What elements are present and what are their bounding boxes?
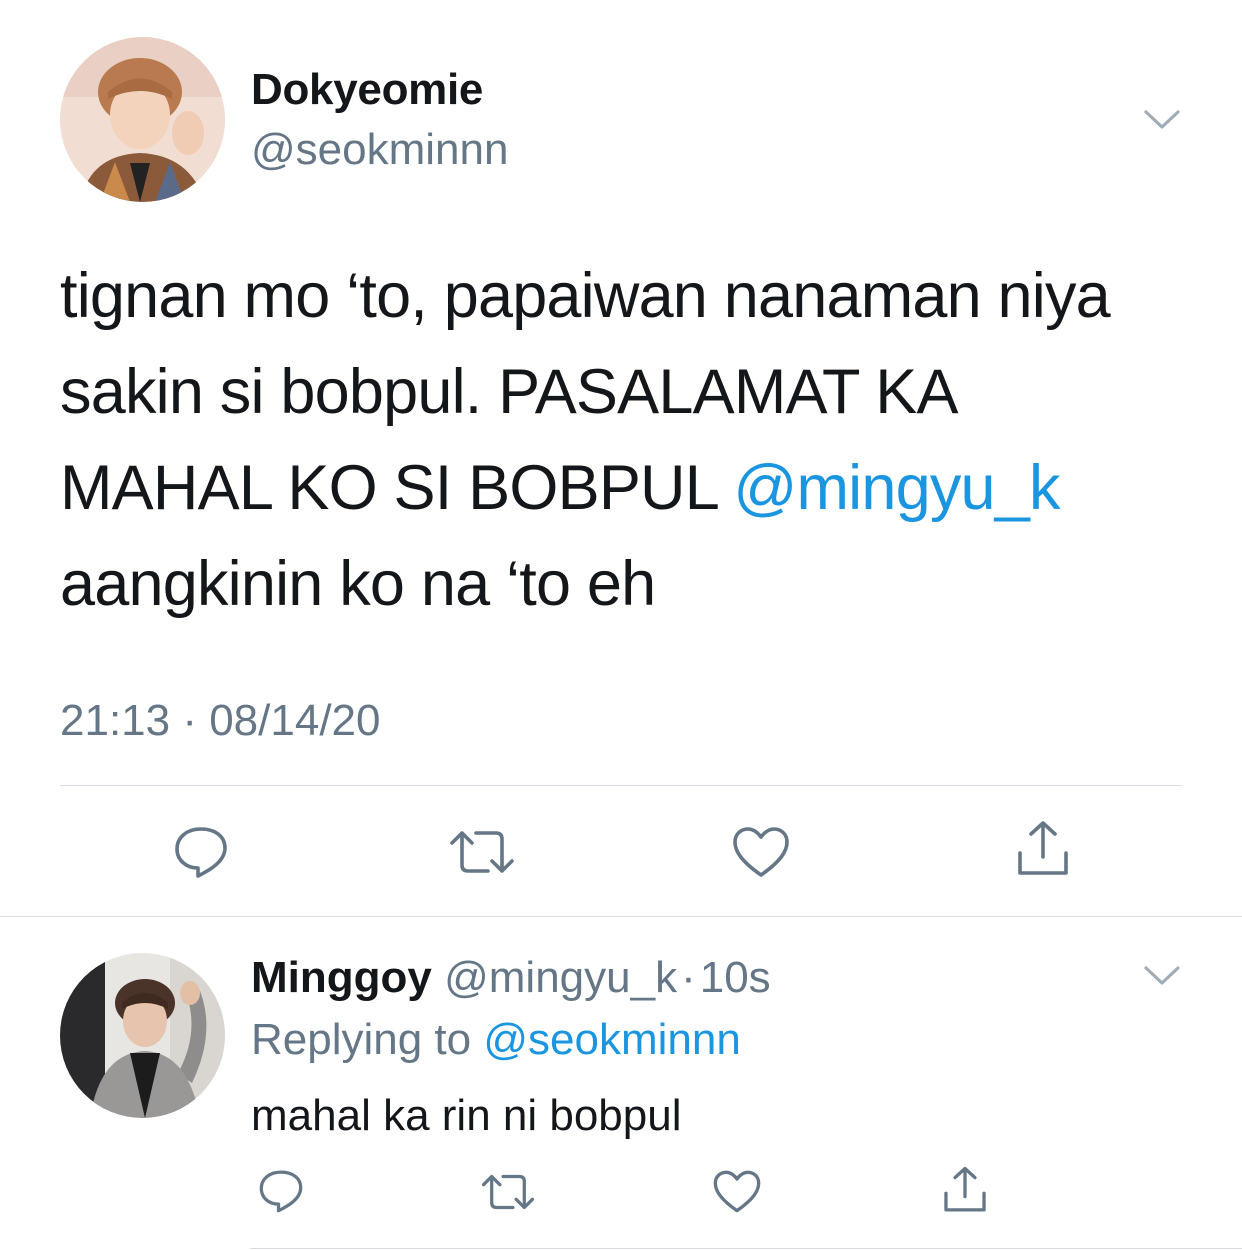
like-icon[interactable] [712, 1168, 762, 1214]
share-icon[interactable] [940, 1164, 990, 1216]
divider [60, 785, 1182, 786]
reply-handle[interactable]: @mingyu_k [444, 953, 677, 1002]
replying-to-label: Replying to [251, 1015, 484, 1064]
author-handle[interactable]: @seokminnn [251, 125, 508, 175]
share-icon[interactable] [1012, 818, 1074, 880]
replying-to-mention[interactable]: @seokminnn [483, 1015, 740, 1064]
avatar-minggoy[interactable] [60, 953, 225, 1118]
divider [250, 1248, 1242, 1249]
tweet-timestamp[interactable]: 21:13 · 08/14/20 [60, 696, 380, 746]
reply-icon[interactable] [256, 1166, 306, 1216]
like-icon[interactable] [730, 824, 792, 880]
tweet-text-line: MAHAL KO SI BOBPUL @mingyu_k [60, 440, 1210, 536]
tweet-text-segment: MAHAL KO SI BOBPUL [60, 453, 734, 523]
retweet-icon[interactable] [480, 1170, 536, 1214]
author-display-name[interactable]: Dokyeomie [251, 65, 483, 115]
reply-time-separator: · [681, 953, 696, 1002]
chevron-down-icon[interactable] [1142, 960, 1182, 990]
reply-time[interactable]: 10s [700, 953, 771, 1002]
tweet-text-line: aangkinin ko na ‘to eh [60, 549, 656, 619]
avatar-dokyeomie[interactable] [60, 37, 225, 202]
retweet-icon[interactable] [448, 825, 516, 879]
reply-header: Minggoy @mingyu_k·10s [251, 953, 771, 1003]
tweet-text-line: tignan mo ‘to, papaiwan nanaman niya [60, 261, 1111, 331]
tweet-text: tignan mo ‘to, papaiwan nanaman niya sak… [60, 248, 1210, 632]
reply-text: mahal ka rin ni bobpul [251, 1091, 682, 1140]
reply-display-name[interactable]: Minggoy [251, 953, 432, 1002]
replying-to: Replying to @seokminnn [251, 1015, 741, 1065]
mention-link[interactable]: @mingyu_k [733, 453, 1060, 523]
chevron-down-icon[interactable] [1142, 104, 1182, 134]
divider [0, 916, 1242, 917]
tweet-text-line: sakin si bobpul. PASALAMAT KA [60, 357, 959, 427]
reply-icon[interactable] [170, 822, 232, 882]
